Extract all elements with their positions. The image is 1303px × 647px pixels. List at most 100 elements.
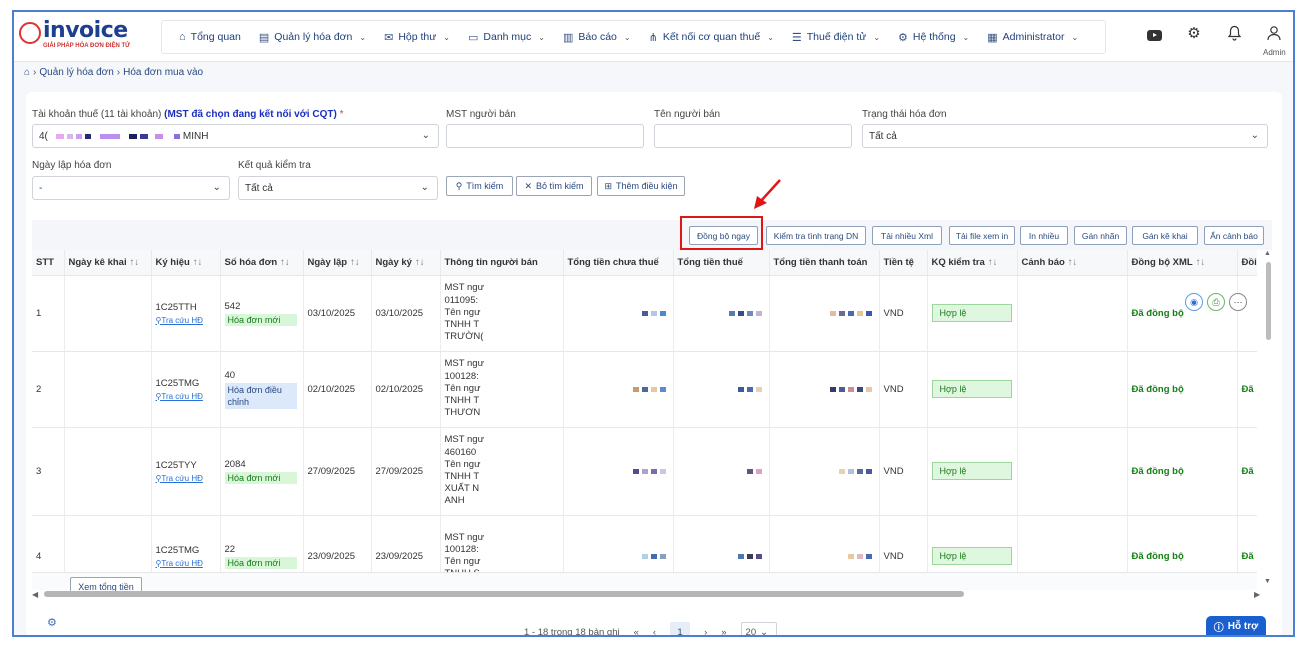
status-badge: Hóa đơn mới [224,313,297,326]
share-icon: ⋔ [648,31,658,44]
total-amount-cell [769,427,880,516]
menu-item[interactable]: ▥ Báo cáo ⌄ [554,31,640,44]
last-page-icon[interactable]: » [721,627,726,636]
seller-name-input[interactable] [654,124,852,148]
column-header-label: Đồi [1241,256,1257,268]
redacted-amount [568,466,669,477]
table-row[interactable]: 2 1C25TMG ⚲Tra cứu HĐ 40 Hóa đơn điều chỉnh 0… [32,351,1257,428]
sort-icon[interactable]: ↑↓ [1068,257,1078,268]
column-header[interactable]: Đồng bộ XML ↑↓ [1127,250,1238,276]
prev-page-icon[interactable]: ‹ [653,627,656,636]
current-page[interactable]: 1 [670,622,691,635]
vertical-scroll-thumb[interactable] [1266,262,1271,340]
assign-declaration-button[interactable]: Gán kê khai [1132,226,1198,245]
help-icon: ⓘ [1213,622,1224,634]
table-row[interactable]: 3 1C25TYY ⚲Tra cứu HĐ 2084 Hóa đơn mới 27/09/… [32,427,1257,516]
scroll-right-icon[interactable]: ▶ [1254,590,1260,599]
date-label: Ngày lập hóa đơn [32,160,112,171]
print-icon[interactable]: ⎙ [1207,293,1225,311]
more-icon[interactable]: ⋯ [1229,293,1247,311]
document-icon: ▤ [258,31,270,44]
lookup-link[interactable]: ⚲Tra cứu HĐ [156,316,216,325]
column-header[interactable]: Ký hiệu ↑↓ [151,250,221,276]
sort-icon[interactable]: ↑↓ [280,257,290,268]
download-xml-button[interactable]: Tải nhiều Xml [872,226,942,245]
settings-gear-icon[interactable]: ⚙ [1185,24,1203,42]
hide-warning-button[interactable]: Ẩn cảnh báo [1204,226,1264,245]
user-avatar-icon[interactable]: Admin [1263,24,1286,57]
menu-item[interactable]: ▤ Quản lý hóa đơn ⌄ [250,31,375,44]
table-row[interactable]: 1 1C25TTH ⚲Tra cứu HĐ 542 Hóa đơn mới 03/10/2… [32,275,1257,352]
print-many-button[interactable]: In nhiều [1020,226,1068,245]
column-header[interactable]: Thông tin người bán [440,250,564,276]
column-header[interactable]: Tổng tiền thanh toán [769,250,880,276]
declare-date-cell [64,427,152,516]
tax-account-select[interactable]: 4( MINH ⌄ [32,124,439,148]
clear-search-button[interactable]: ✕ Bỏ tìm kiếm [516,176,592,196]
horizontal-scroll-thumb[interactable] [44,591,964,597]
status-badge: Hóa đơn mới [224,556,297,569]
scroll-up-icon[interactable]: ▲ [1264,250,1271,257]
scroll-left-icon[interactable]: ◀ [32,590,38,599]
breadcrumb-item[interactable]: Quản lý hóa đơn [39,67,113,78]
table-row[interactable]: 4 1C25TMG ⚲Tra cứu HĐ 22 Hóa đơn mới 23/09/20… [32,515,1257,572]
lookup-link[interactable]: ⚲Tra cứu HĐ [156,474,216,483]
logo[interactable]: invoice GIẢI PHÁP HÓA ĐƠN ĐIỆN TỬ [19,18,139,54]
column-header-label: Tổng tiền chưa thuế [567,256,659,268]
column-header[interactable]: Ngày ký ↑↓ [371,250,441,276]
sort-icon[interactable]: ↑↓ [415,257,425,268]
date-select[interactable]: - ⌄ [32,176,230,200]
view-icon[interactable]: ◉ [1185,293,1203,311]
created-date-cell: 03/10/2025 [303,275,372,352]
column-header[interactable]: Tổng tiền chưa thuế [563,250,674,276]
column-header[interactable]: KQ kiểm tra ↑↓ [927,250,1018,276]
column-header[interactable]: STT [32,250,65,276]
bell-icon[interactable] [1225,24,1243,42]
check-status-button[interactable]: Kiểm tra tình trạng DN [766,226,866,245]
column-header[interactable]: Đồi [1237,250,1257,276]
home-icon[interactable]: ⌂ [24,67,30,78]
seller-tax-input[interactable] [446,124,644,148]
vertical-scrollbar[interactable]: ▲ ▼ [1263,250,1273,590]
assign-label-button[interactable]: Gán nhãn [1074,226,1127,245]
lookup-link[interactable]: ⚲Tra cứu HĐ [156,559,216,568]
horizontal-scrollbar[interactable] [44,589,1269,599]
folder-icon: ▭ [467,31,479,44]
menu-item[interactable]: ⚙ Hệ thống ⌄ [889,31,978,44]
first-page-icon[interactable]: « [634,627,639,636]
status-select[interactable]: Tất cả ⌄ [862,124,1268,148]
next-page-icon[interactable]: › [704,627,707,636]
youtube-icon[interactable] [1145,24,1163,42]
column-header[interactable]: Số hóa đơn ↑↓ [220,250,304,276]
redacted-amount [774,551,875,562]
menu-item[interactable]: ⋔ Kết nối cơ quan thuế ⌄ [640,31,783,44]
column-header[interactable]: Cảnh báo ↑↓ [1017,250,1128,276]
scroll-down-icon[interactable]: ▼ [1264,578,1271,585]
symbol-cell: 1C25TMG ⚲Tra cứu HĐ [151,351,221,428]
column-header[interactable]: Ngày lập ↑↓ [303,250,372,276]
amount-before-tax-cell [563,351,674,428]
filter-add-icon: ⊞ [604,180,612,191]
seller-line: MST ngư [444,282,484,294]
column-header[interactable]: Ngày kê khai ↑↓ [64,250,152,276]
support-button[interactable]: ⓘ Hỗ trợ [1206,616,1266,635]
lookup-link[interactable]: ⚲Tra cứu HĐ [156,392,216,401]
column-header[interactable]: Tổng tiền thuế [673,250,770,276]
sort-icon[interactable]: ↑↓ [1196,257,1206,268]
menu-item[interactable]: ▭ Danh mục ⌄ [459,31,554,44]
check-result-select[interactable]: Tất cả ⌄ [238,176,438,200]
search-button[interactable]: ⚲ Tìm kiếm [446,176,513,196]
column-header[interactable]: Tiền tệ [879,250,928,276]
table-settings-icon[interactable]: ⚙ [47,616,57,629]
download-view-button[interactable]: Tải file xem in [949,226,1015,245]
menu-item[interactable]: ✉ Hộp thư ⌄ [375,31,459,44]
menu-item[interactable]: ⌂ Tổng quan [170,31,250,43]
page-size-select[interactable]: 20 ⌄ [740,622,777,635]
sort-icon[interactable]: ↑↓ [130,257,140,268]
sort-icon[interactable]: ↑↓ [350,257,360,268]
menu-item[interactable]: ▦ Administrator ⌄ [978,31,1087,44]
sort-icon[interactable]: ↑↓ [988,257,998,268]
sort-icon[interactable]: ↑↓ [193,257,203,268]
add-condition-button[interactable]: ⊞ Thêm điều kiện [597,176,685,196]
menu-item[interactable]: ☰ Thuế điện tử ⌄ [783,31,889,44]
